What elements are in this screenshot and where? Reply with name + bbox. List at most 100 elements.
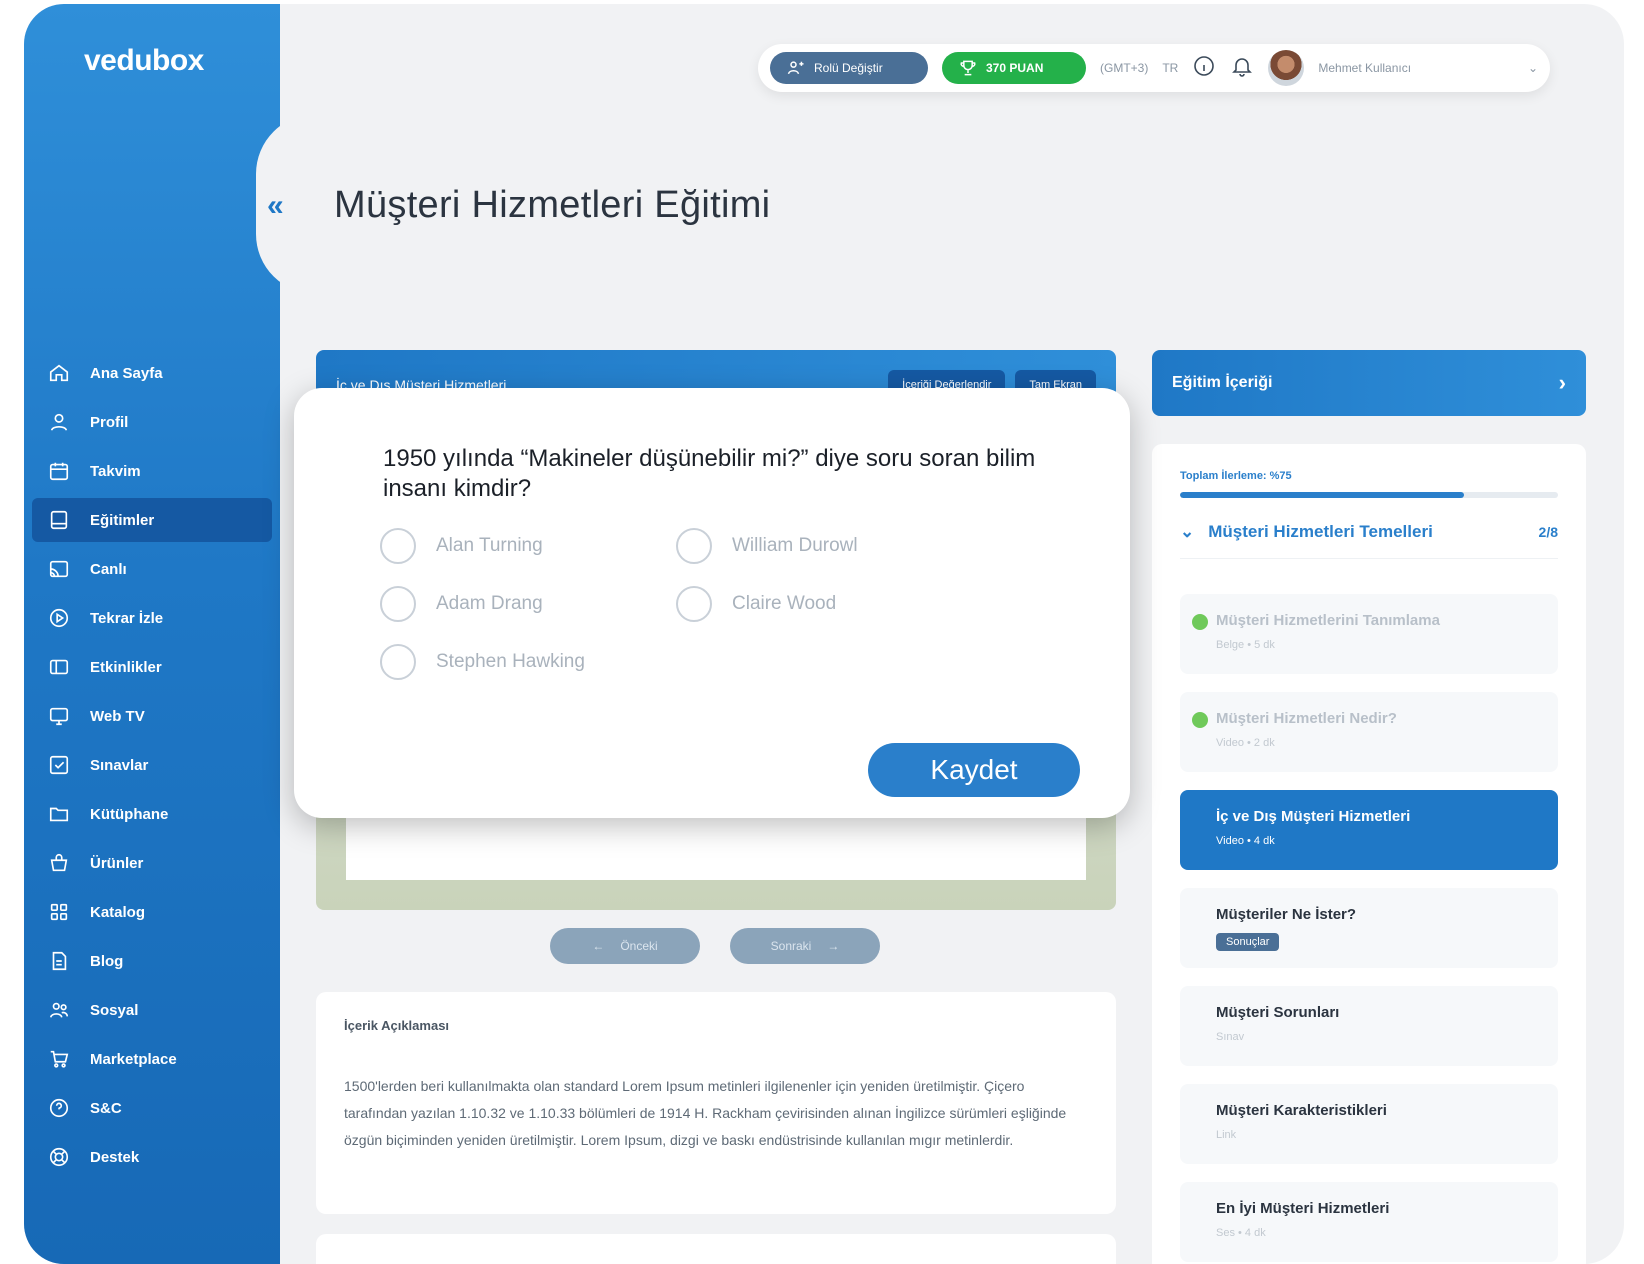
sidebar-item-katalog[interactable]: Katalog bbox=[32, 890, 272, 934]
radio-button[interactable] bbox=[380, 528, 416, 564]
users-icon bbox=[49, 1002, 69, 1018]
logo: vedubox bbox=[84, 44, 204, 77]
sidebar-nav: Ana Sayfa Profil Takvim Eğitimler Canlı … bbox=[32, 351, 272, 1184]
sidebar-item-blog[interactable]: Blog bbox=[32, 939, 272, 983]
option-label: Claire Wood bbox=[732, 593, 837, 614]
list-item[interactable]: Müşteri Hizmetleri Nedir? Video • 2 dk bbox=[1180, 692, 1558, 772]
sidebar-item-web-tv[interactable]: Web TV bbox=[32, 694, 272, 738]
sidebar-item-ana-sayfa[interactable]: Ana Sayfa bbox=[32, 351, 272, 395]
list-item[interactable]: En İyi Müşteri Hizmetleri Ses • 4 dk bbox=[1180, 1182, 1558, 1262]
sidebar: vedubox Ana Sayfa Profil Takvim Eğitimle… bbox=[24, 4, 326, 1264]
sidebar-item-label: Marketplace bbox=[90, 1050, 177, 1068]
results-badge[interactable]: Sonuçlar bbox=[1216, 933, 1280, 951]
collapse-sidebar-icon[interactable]: « bbox=[267, 189, 284, 223]
sidebar-item-label: S&C bbox=[90, 1099, 122, 1117]
chevron-down-icon[interactable]: ⌄ bbox=[1528, 61, 1538, 75]
sidebar-item-canli[interactable]: Canlı bbox=[32, 547, 272, 591]
points-label: 370 PUAN bbox=[986, 61, 1044, 75]
arrow-left-icon: ← bbox=[592, 939, 605, 953]
sidebar-item-label: Canlı bbox=[90, 560, 127, 578]
exam-icon bbox=[49, 755, 69, 775]
user-name[interactable]: Mehmet Kullanıcı bbox=[1318, 61, 1514, 75]
sidebar-item-sc[interactable]: S&C bbox=[32, 1086, 272, 1130]
list-item[interactable]: Müşteri Karakteristikleri Link bbox=[1180, 1084, 1558, 1164]
module-count: 2/8 bbox=[1538, 524, 1558, 540]
top-bar: Rolü Değiştir 370 PUAN (GMT+3) TR Mehmet… bbox=[758, 44, 1550, 92]
save-button[interactable]: Kaydet bbox=[868, 743, 1080, 797]
previous-button[interactable]: ← Önceki bbox=[550, 928, 700, 964]
sidebar-item-sinavlar[interactable]: Sınavlar bbox=[32, 743, 272, 787]
radio-button[interactable] bbox=[380, 644, 416, 680]
option-label: Alan Turning bbox=[436, 535, 543, 556]
sidebar-item-label: Etkinlikler bbox=[90, 658, 162, 676]
basket-icon bbox=[50, 853, 68, 872]
quiz-option[interactable]: Adam Drang bbox=[380, 586, 543, 622]
lesson-meta: Link bbox=[1216, 1129, 1237, 1141]
document-icon bbox=[52, 951, 67, 971]
lesson-title: Müşteriler Ne İster? bbox=[1216, 906, 1357, 923]
switch-role-label: Rolü Değiştir bbox=[814, 61, 883, 75]
language-select[interactable]: TR bbox=[1162, 61, 1178, 75]
arrow-right-icon: → bbox=[827, 939, 840, 953]
list-item[interactable]: İç ve Dış Müşteri Hizmetleri Video • 4 d… bbox=[1180, 790, 1558, 870]
radio-button[interactable] bbox=[676, 586, 712, 622]
sidebar-item-profil[interactable]: Profil bbox=[32, 400, 272, 444]
previous-label: Önceki bbox=[620, 939, 658, 953]
quiz-option[interactable]: Alan Turning bbox=[380, 528, 543, 564]
lesson-meta: Video • 4 dk bbox=[1216, 835, 1275, 847]
sidebar-item-kutuphane[interactable]: Kütüphane bbox=[32, 792, 272, 836]
list-item[interactable]: Müşteri Sorunları Sınav bbox=[1180, 986, 1558, 1066]
lesson-meta: Ses • 4 dk bbox=[1216, 1227, 1266, 1239]
content-panel: Toplam İlerleme: %75 ⌄ Müşteri Hizmetler… bbox=[1152, 444, 1586, 1264]
tv-icon bbox=[49, 707, 69, 726]
cast-icon bbox=[49, 560, 69, 578]
list-item[interactable]: Müşteri Hizmetlerini Tanımlama Belge • 5… bbox=[1180, 594, 1558, 674]
sidebar-item-label: Kütüphane bbox=[90, 805, 169, 823]
content-panel-title: Eğitim İçeriği bbox=[1172, 374, 1273, 391]
sidebar-item-etkinlikler[interactable]: Etkinlikler bbox=[32, 645, 272, 689]
bell-icon[interactable] bbox=[1230, 54, 1254, 83]
radio-button[interactable] bbox=[676, 528, 712, 564]
sidebar-item-label: Web TV bbox=[90, 707, 145, 725]
quiz-option[interactable]: Claire Wood bbox=[676, 586, 836, 622]
folder-icon bbox=[49, 807, 69, 822]
next-label: Sonraki bbox=[770, 939, 812, 953]
module-header[interactable]: ⌄ Müşteri Hizmetleri Temelleri 2/8 bbox=[1180, 522, 1558, 559]
support-icon bbox=[49, 1147, 69, 1167]
next-button[interactable]: Sonraki → bbox=[730, 928, 880, 964]
radio-button[interactable] bbox=[380, 586, 416, 622]
sidebar-item-label: Sosyal bbox=[90, 1001, 139, 1019]
option-label: William Durowl bbox=[732, 535, 858, 556]
sidebar-item-label: Sınavlar bbox=[90, 756, 149, 774]
quiz-option[interactable]: Stephen Hawking bbox=[380, 644, 585, 680]
info-icon[interactable] bbox=[1192, 54, 1216, 83]
switch-role-button[interactable]: Rolü Değiştir bbox=[770, 52, 928, 84]
calendar-icon bbox=[49, 462, 69, 481]
replay-icon bbox=[49, 608, 69, 628]
lesson-title: En İyi Müşteri Hizmetleri bbox=[1216, 1200, 1390, 1217]
quiz-option[interactable]: William Durowl bbox=[676, 528, 858, 564]
sidebar-item-urunler[interactable]: Ürünler bbox=[32, 841, 272, 885]
sidebar-item-takvim[interactable]: Takvim bbox=[32, 449, 272, 493]
content-panel-header[interactable]: Eğitim İçeriği › bbox=[1152, 350, 1586, 416]
cart-icon bbox=[50, 1050, 69, 1068]
description-card: İçerik Açıklaması 1500'lerden beri kulla… bbox=[316, 992, 1116, 1214]
home-icon bbox=[49, 364, 69, 382]
sidebar-item-label: Blog bbox=[90, 952, 124, 970]
check-icon bbox=[1192, 712, 1208, 728]
sidebar-item-marketplace[interactable]: Marketplace bbox=[32, 1037, 272, 1081]
list-item[interactable]: Müşteriler Ne İster? Sonuçlar bbox=[1180, 888, 1558, 968]
avatar[interactable] bbox=[1268, 50, 1305, 86]
help-icon bbox=[49, 1098, 69, 1118]
sidebar-item-egitimler[interactable]: Eğitimler bbox=[32, 498, 272, 542]
progress-fill bbox=[1180, 492, 1464, 498]
progress-label: Toplam İlerleme: %75 bbox=[1180, 470, 1292, 482]
trophy-icon bbox=[960, 60, 976, 76]
points-badge[interactable]: 370 PUAN bbox=[942, 52, 1086, 84]
sidebar-item-sosyal[interactable]: Sosyal bbox=[32, 988, 272, 1032]
option-label: Adam Drang bbox=[436, 593, 543, 614]
sidebar-item-tekrar-izle[interactable]: Tekrar İzle bbox=[32, 596, 272, 640]
sidebar-item-destek[interactable]: Destek bbox=[32, 1135, 272, 1179]
grid-icon bbox=[50, 903, 68, 921]
check-icon bbox=[1192, 614, 1208, 630]
